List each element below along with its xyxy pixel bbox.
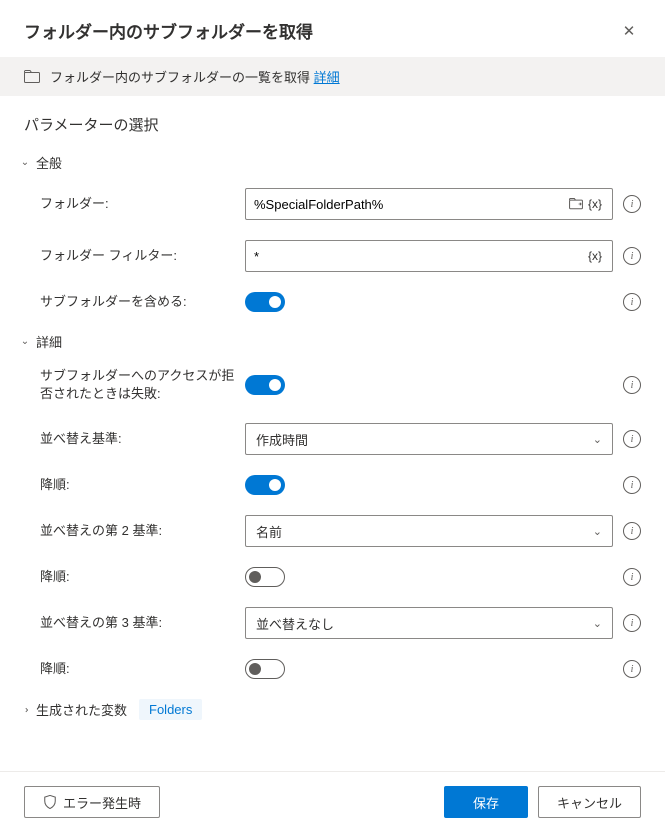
sort2-label: 並べ替えの第 2 基準: (40, 522, 245, 540)
sort1-label: 並べ替え基準: (40, 430, 245, 448)
info-icon[interactable]: i (623, 568, 641, 586)
shield-icon (43, 795, 57, 809)
browse-folder-icon[interactable] (566, 194, 586, 214)
info-icon[interactable]: i (623, 247, 641, 265)
info-icon[interactable]: i (623, 293, 641, 311)
chevron-down-icon: ⌄ (20, 158, 30, 168)
fail-on-deny-toggle[interactable] (245, 375, 285, 395)
sort1-value: 作成時間 (256, 430, 308, 449)
desc1-toggle[interactable] (245, 475, 285, 495)
sort2-value: 名前 (256, 522, 282, 541)
details-link[interactable]: 詳細 (314, 70, 340, 85)
group-advanced-label: 詳細 (36, 332, 62, 351)
folder-input-wrapper: {x} (245, 188, 613, 220)
info-icon[interactable]: i (623, 522, 641, 540)
fail-on-deny-label: サブフォルダーへのアクセスが拒否されたときは失敗: (40, 367, 245, 403)
section-parameters: パラメーターの選択 (24, 114, 641, 135)
group-general-label: 全般 (36, 153, 62, 172)
info-icon[interactable]: i (623, 660, 641, 678)
variable-badge-folders[interactable]: Folders (139, 699, 202, 720)
sort3-label: 並べ替えの第 3 基準: (40, 614, 245, 632)
filter-input-wrapper: {x} (245, 240, 613, 272)
folder-label: フォルダー: (40, 195, 245, 213)
group-general-header[interactable]: ⌄ 全般 (20, 153, 641, 172)
banner-text: フォルダー内のサブフォルダーの一覧を取得 詳細 (50, 67, 340, 86)
folder-input[interactable] (254, 197, 566, 212)
desc3-toggle[interactable] (245, 659, 285, 679)
filter-label: フォルダー フィルター: (40, 247, 245, 265)
chevron-down-icon: ⌄ (593, 617, 602, 630)
info-icon[interactable]: i (623, 430, 641, 448)
filter-input[interactable] (254, 249, 586, 264)
group-advanced-header[interactable]: ⌄ 詳細 (20, 332, 641, 351)
desc2-toggle[interactable] (245, 567, 285, 587)
generated-vars-label: 生成された変数 (36, 700, 127, 719)
chevron-down-icon: ⌄ (20, 337, 30, 347)
info-icon[interactable]: i (623, 376, 641, 394)
cancel-button[interactable]: キャンセル (538, 786, 641, 818)
include-subfolders-label: サブフォルダーを含める: (40, 293, 245, 311)
on-error-button[interactable]: エラー発生時 (24, 786, 160, 818)
sort1-select[interactable]: 作成時間 ⌄ (245, 423, 613, 455)
info-banner: フォルダー内のサブフォルダーの一覧を取得 詳細 (0, 57, 665, 96)
desc2-label: 降順: (40, 568, 245, 586)
chevron-down-icon: ⌄ (593, 433, 602, 446)
group-generated-vars-header[interactable]: ⌄ 生成された変数 Folders (20, 699, 641, 720)
include-subfolders-toggle[interactable] (245, 292, 285, 312)
sort3-select[interactable]: 並べ替えなし ⌄ (245, 607, 613, 639)
dialog-title: フォルダー内のサブフォルダーを取得 (24, 18, 313, 43)
variable-picker-icon[interactable]: {x} (586, 249, 604, 263)
desc1-label: 降順: (40, 476, 245, 494)
info-icon[interactable]: i (623, 476, 641, 494)
chevron-down-icon: ⌄ (593, 525, 602, 538)
desc3-label: 降順: (40, 660, 245, 678)
variable-picker-icon[interactable]: {x} (586, 197, 604, 211)
chevron-right-icon: ⌄ (20, 705, 30, 715)
sort3-value: 並べ替えなし (256, 614, 334, 633)
folder-icon (24, 70, 40, 84)
close-button[interactable]: ✕ (617, 19, 641, 43)
info-icon[interactable]: i (623, 614, 641, 632)
save-button[interactable]: 保存 (444, 786, 528, 818)
on-error-label: エラー発生時 (63, 793, 141, 812)
sort2-select[interactable]: 名前 ⌄ (245, 515, 613, 547)
info-icon[interactable]: i (623, 195, 641, 213)
close-icon: ✕ (623, 22, 636, 40)
